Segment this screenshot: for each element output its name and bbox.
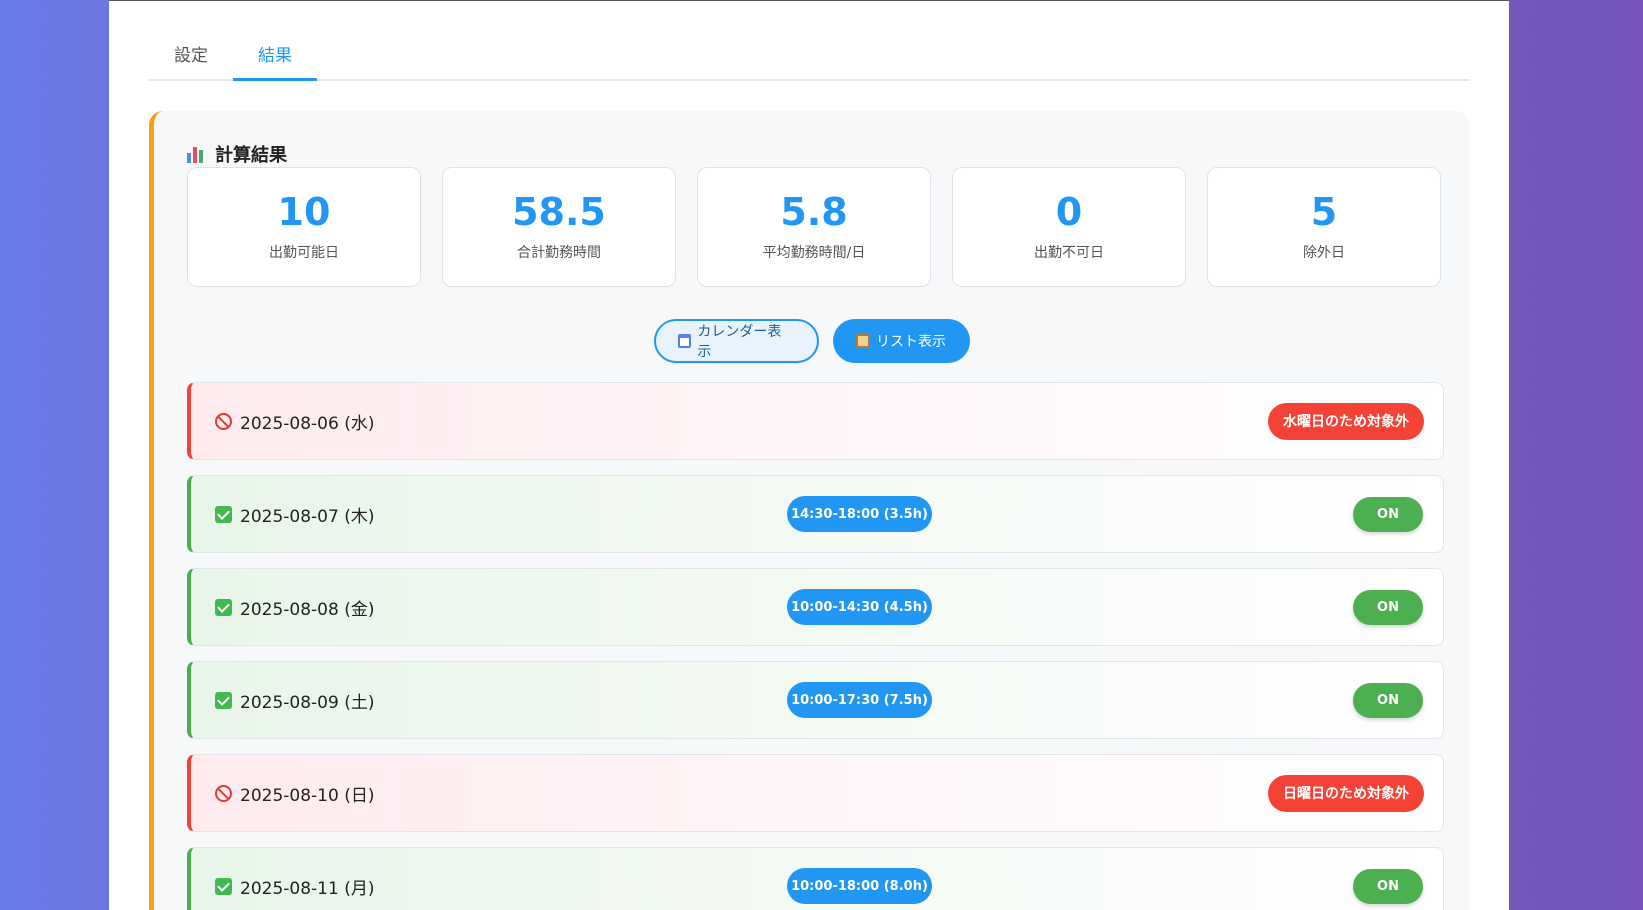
stat-card-total-hours: 58.5 合計勤務時間: [442, 167, 676, 287]
day-toggle[interactable]: ON: [1353, 682, 1423, 718]
stat-card-average-hours: 5.8 平均勤務時間/日: [697, 167, 931, 287]
day-toggle[interactable]: ON: [1353, 589, 1423, 625]
stat-value: 10: [277, 190, 331, 235]
time-range-pill: 14:30-18:00 (3.5h): [787, 496, 932, 532]
clipboard-icon: [856, 334, 870, 348]
stat-value: 5: [1310, 190, 1338, 235]
stat-label: 平均勤務時間/日: [762, 244, 866, 261]
time-range-pill: 10:00-18:00 (8.0h): [787, 868, 932, 904]
day-list: 2025-08-06 (水) 水曜日のため対象外 2025-08-07 (木) …: [187, 382, 1444, 910]
calendar-view-button[interactable]: カレンダー表示: [653, 319, 819, 363]
day-date-text: 2025-08-10 (日): [240, 785, 375, 806]
day-row: 2025-08-09 (土) 10:00-17:30 (7.5h) ON: [187, 661, 1444, 739]
day-date-text: 2025-08-06 (水): [240, 413, 375, 434]
prohibited-icon: [215, 784, 232, 802]
day-row: 2025-08-10 (日) 日曜日のため対象外: [187, 754, 1444, 832]
stat-label: 除外日: [1303, 244, 1345, 261]
day-date-text: 2025-08-09 (土): [240, 692, 375, 713]
tab-results[interactable]: 結果: [233, 31, 317, 81]
results-panel: 計算結果 10 出勤可能日 58.5 合計勤務時間 5.8 平均勤務時間/日 0…: [149, 111, 1469, 910]
stat-card-available-days: 10 出勤可能日: [187, 167, 421, 287]
day-row: 2025-08-11 (月) 10:00-18:00 (8.0h) ON: [187, 847, 1444, 910]
day-toggle[interactable]: ON: [1353, 496, 1423, 532]
results-title-text: 計算結果: [215, 145, 287, 166]
stat-value: 58.5: [512, 190, 606, 235]
day-date: 2025-08-11 (月): [215, 874, 374, 899]
day-date: 2025-08-10 (日): [215, 781, 374, 806]
stats-row: 10 出勤可能日 58.5 合計勤務時間 5.8 平均勤務時間/日 0 出勤不可…: [187, 167, 1441, 287]
day-row: 2025-08-06 (水) 水曜日のため対象外: [187, 382, 1444, 460]
calendar-icon: [677, 334, 692, 348]
tab-bar: 設定 結果: [149, 31, 1469, 81]
time-range-pill: 10:00-14:30 (4.5h): [787, 589, 932, 625]
stat-card-excluded-days: 5 除外日: [1207, 167, 1441, 287]
checkmark-icon: [215, 598, 232, 616]
day-date: 2025-08-06 (水): [215, 409, 374, 434]
stat-label: 出勤不可日: [1034, 244, 1104, 261]
stat-card-unavailable-days: 0 出勤不可日: [952, 167, 1186, 287]
prohibited-icon: [215, 412, 232, 430]
excluded-badge: 水曜日のため対象外: [1268, 402, 1424, 440]
day-toggle[interactable]: ON: [1353, 868, 1423, 904]
excluded-badge: 日曜日のため対象外: [1268, 774, 1424, 812]
day-date-text: 2025-08-07 (木): [240, 506, 375, 527]
bar-chart-icon: [187, 145, 207, 163]
main-container: 設定 結果 計算結果 10 出勤可能日 58.5 合計勤務時間 5.8 平均勤務…: [109, 0, 1509, 910]
stat-value: 0: [1055, 190, 1083, 235]
tab-settings[interactable]: 設定: [149, 31, 233, 81]
calendar-view-label: カレンダー表示: [697, 324, 782, 360]
day-date: 2025-08-08 (金): [215, 595, 374, 620]
day-row: 2025-08-07 (木) 14:30-18:00 (3.5h) ON: [187, 475, 1444, 553]
list-view-label: リスト表示: [876, 334, 946, 350]
checkmark-icon: [215, 877, 232, 895]
stat-label: 出勤可能日: [269, 244, 339, 261]
checkmark-icon: [215, 505, 232, 523]
view-toggle: カレンダー表示 リスト表示: [154, 319, 1469, 363]
day-date: 2025-08-07 (木): [215, 502, 374, 527]
stat-label: 合計勤務時間: [517, 244, 601, 261]
results-title: 計算結果: [187, 141, 287, 167]
list-view-button[interactable]: リスト表示: [832, 319, 970, 363]
stat-value: 5.8: [780, 190, 848, 235]
day-date-text: 2025-08-11 (月): [240, 878, 375, 899]
time-range-pill: 10:00-17:30 (7.5h): [787, 682, 932, 718]
day-date-text: 2025-08-08 (金): [240, 599, 375, 620]
day-row: 2025-08-08 (金) 10:00-14:30 (4.5h) ON: [187, 568, 1444, 646]
day-date: 2025-08-09 (土): [215, 688, 374, 713]
checkmark-icon: [215, 691, 232, 709]
